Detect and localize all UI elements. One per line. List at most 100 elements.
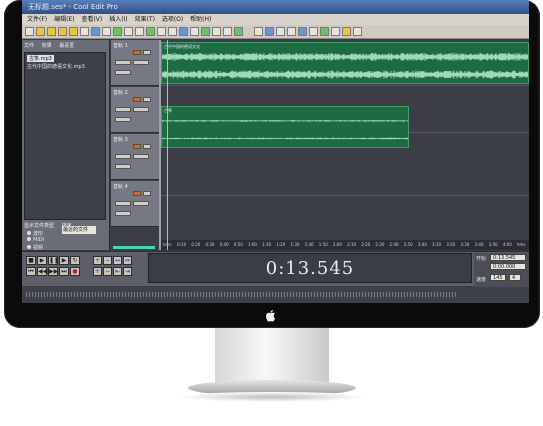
end-field[interactable]: 0:00.000 bbox=[490, 263, 526, 270]
open-folder-icon[interactable] bbox=[36, 27, 45, 36]
toolbar-button[interactable] bbox=[320, 27, 329, 36]
toolbar-button[interactable] bbox=[25, 27, 34, 36]
toolbar-button[interactable] bbox=[168, 27, 177, 36]
time-ruler[interactable]: hms 0:10 0:20 0:30 0:40 0:50 1:00 1:10 1:20 1:30 1… bbox=[161, 240, 529, 250]
zoom-out-icon[interactable]: − bbox=[103, 256, 112, 265]
solo-button[interactable] bbox=[143, 97, 151, 102]
solo-button[interactable] bbox=[143, 144, 151, 149]
output-field[interactable] bbox=[115, 164, 131, 169]
toolbar-button[interactable] bbox=[146, 27, 155, 36]
loop-button[interactable]: ↻ bbox=[70, 256, 80, 265]
volume-field[interactable] bbox=[115, 154, 131, 159]
file-organizer-panel: 文件 效果 最喜爱 古筝.mp3 古代中国的德语文化.mp3 显示文件类型 排序… bbox=[22, 40, 110, 251]
toolbar-button[interactable] bbox=[124, 27, 133, 36]
toolbar-button[interactable] bbox=[276, 27, 285, 36]
save-icon[interactable] bbox=[47, 27, 56, 36]
play-to-end-button[interactable]: ▶ bbox=[59, 256, 69, 265]
volume-field[interactable] bbox=[115, 201, 131, 206]
file-item[interactable]: 古筝.mp3 bbox=[27, 55, 54, 62]
mute-button[interactable] bbox=[133, 191, 141, 196]
tempo-field[interactable]: 145 bbox=[490, 274, 506, 281]
toolbar-button[interactable] bbox=[80, 27, 89, 36]
menu-edit[interactable]: 编辑(E) bbox=[54, 16, 74, 23]
toolbar-button[interactable] bbox=[190, 27, 199, 36]
toolbar-button[interactable] bbox=[254, 27, 263, 36]
pan-field[interactable] bbox=[133, 201, 149, 206]
zoom-in-icon[interactable]: + bbox=[93, 256, 102, 265]
track-lane-4[interactable] bbox=[161, 197, 529, 243]
ruler-tick: 3:00 bbox=[417, 242, 427, 247]
volume-field[interactable] bbox=[115, 60, 131, 65]
solo-button[interactable] bbox=[143, 50, 151, 55]
mute-button[interactable] bbox=[133, 97, 141, 102]
output-field[interactable] bbox=[115, 211, 131, 216]
toolbar-button[interactable] bbox=[331, 27, 340, 36]
menu-help[interactable]: 帮助(H) bbox=[190, 16, 211, 23]
toolbar-button[interactable] bbox=[201, 27, 210, 36]
audio-clip[interactable]: 古代中国的德语文化 bbox=[161, 42, 529, 84]
toolbar-button[interactable] bbox=[265, 27, 274, 36]
output-field[interactable] bbox=[115, 70, 131, 75]
begin-field[interactable]: 0:13.545 bbox=[490, 254, 526, 261]
fast-forward-button[interactable]: ▶▶ bbox=[48, 267, 58, 276]
toolbar-button[interactable] bbox=[179, 27, 188, 36]
menu-file[interactable]: 文件(F) bbox=[27, 16, 47, 23]
zoom-left-icon[interactable]: ⇤ bbox=[113, 267, 122, 276]
stop-button[interactable]: ■ bbox=[26, 256, 36, 265]
go-to-end-button[interactable]: ⏭ bbox=[59, 267, 69, 276]
sort-select[interactable]: 最近的文件 bbox=[62, 226, 96, 234]
zoom-right-icon[interactable]: ⇥ bbox=[123, 267, 132, 276]
rewind-button[interactable]: ◀◀ bbox=[37, 267, 47, 276]
file-item[interactable]: 古代中国的德语文化.mp3 bbox=[27, 63, 85, 70]
toolbar-button[interactable] bbox=[342, 27, 351, 36]
filter-video[interactable]: 视频 bbox=[27, 244, 43, 251]
filter-wave[interactable]: 波形 bbox=[27, 230, 43, 237]
pan-field[interactable] bbox=[133, 60, 149, 65]
toolbar-button[interactable] bbox=[234, 27, 243, 36]
toolbar-button[interactable] bbox=[157, 27, 166, 36]
filter-midi[interactable]: MIDI bbox=[27, 237, 44, 243]
toolbar-button[interactable] bbox=[135, 27, 144, 36]
track-lane-3[interactable] bbox=[161, 150, 529, 196]
pan-field[interactable] bbox=[133, 107, 149, 112]
zoom-in-vertical-icon[interactable]: + bbox=[93, 267, 102, 276]
folder-icon[interactable] bbox=[69, 27, 78, 36]
menu-options[interactable]: 选项(O) bbox=[162, 16, 183, 23]
toolbar-button[interactable] bbox=[223, 27, 232, 36]
tab-favorites[interactable]: 最喜爱 bbox=[59, 42, 74, 49]
pause-button[interactable]: ❚❚ bbox=[48, 256, 59, 265]
toolbar-button[interactable] bbox=[113, 27, 122, 36]
toolbar-button[interactable] bbox=[102, 27, 111, 36]
record-button[interactable]: ● bbox=[70, 267, 80, 276]
tab-effects[interactable]: 效果 bbox=[42, 42, 52, 49]
toolbar-button[interactable] bbox=[353, 27, 362, 36]
toolbar-button[interactable] bbox=[212, 27, 221, 36]
folder-icon[interactable] bbox=[58, 27, 67, 36]
toolbar-button[interactable] bbox=[309, 27, 318, 36]
menu-effects[interactable]: 效果(T) bbox=[135, 16, 155, 23]
track-lane-1[interactable]: 古代中国的德语文化 bbox=[161, 40, 529, 86]
zoom-selection-icon[interactable]: ⇔ bbox=[123, 256, 132, 265]
toolbar-button[interactable] bbox=[91, 27, 100, 36]
toolbar-button[interactable] bbox=[287, 27, 296, 36]
volume-field[interactable] bbox=[115, 107, 131, 112]
toolbar-button[interactable] bbox=[298, 27, 307, 36]
go-to-start-button[interactable]: ⏮ bbox=[26, 267, 36, 276]
play-button[interactable]: ▶ bbox=[37, 256, 47, 265]
menu-view[interactable]: 查看(V) bbox=[81, 16, 102, 23]
zoom-out-vertical-icon[interactable]: − bbox=[103, 267, 112, 276]
zoom-full-icon[interactable]: ↔ bbox=[113, 256, 122, 265]
tab-files[interactable]: 文件 bbox=[24, 42, 34, 49]
output-field[interactable] bbox=[115, 117, 131, 122]
playhead-cursor[interactable] bbox=[167, 40, 168, 250]
beats-field[interactable]: 4 bbox=[509, 274, 521, 281]
track-lane-2[interactable]: 古筝 bbox=[161, 87, 529, 148]
pan-field[interactable] bbox=[133, 154, 149, 159]
audio-clip[interactable]: 古筝 bbox=[161, 106, 409, 148]
solo-button[interactable] bbox=[143, 191, 151, 196]
mute-button[interactable] bbox=[133, 50, 141, 55]
ruler-tick: 1:00 bbox=[247, 242, 257, 247]
menu-insert[interactable]: 插入(I) bbox=[109, 16, 127, 23]
mute-button[interactable] bbox=[133, 144, 141, 149]
file-list[interactable]: 古筝.mp3 古代中国的德语文化.mp3 bbox=[24, 52, 106, 220]
